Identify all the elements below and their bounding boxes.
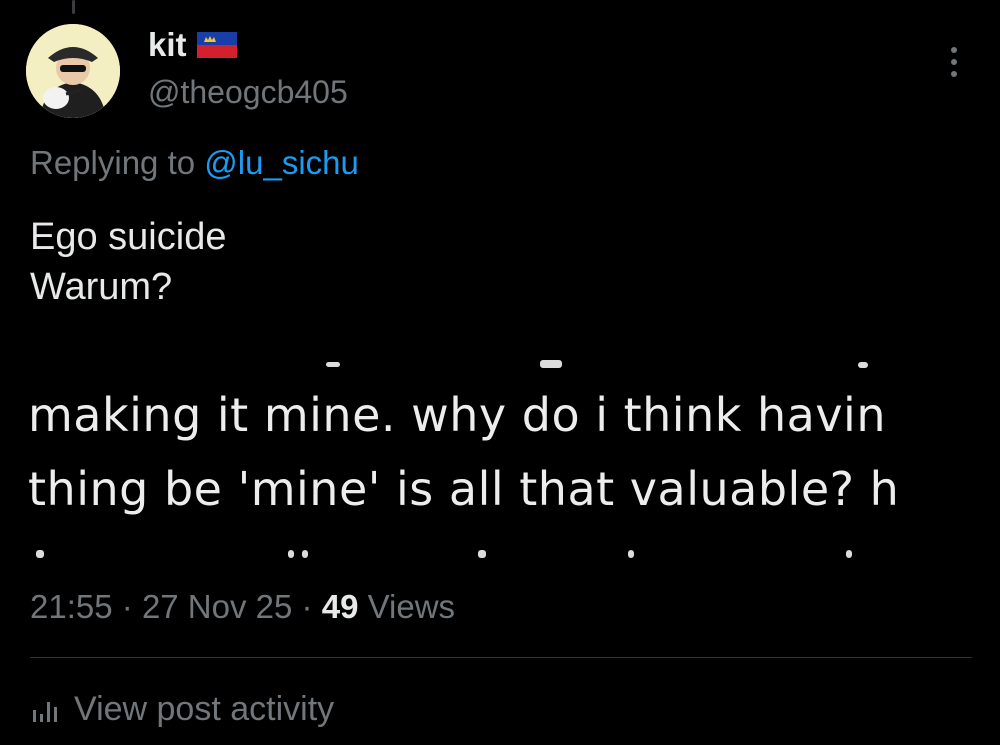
views-count: 49 (321, 588, 359, 625)
author-handle[interactable]: @theogcb405 (148, 74, 348, 111)
cropped-text-fragment (302, 550, 308, 558)
separator: · (121, 588, 133, 625)
display-name-text: kit (148, 26, 187, 63)
avatar-image (26, 24, 120, 118)
cropped-text-fragment (36, 550, 44, 558)
post-date: 27 Nov 25 (141, 588, 293, 625)
divider (30, 657, 972, 658)
tweet-line: Warum? (30, 266, 173, 308)
cropped-text-fragment (540, 360, 562, 368)
cropped-text-fragment (326, 362, 340, 367)
cropped-text-fragment (846, 550, 852, 558)
more-dot-icon (951, 71, 957, 77)
more-dot-icon (951, 59, 957, 65)
replying-to: Replying to @lu_sichu (30, 144, 359, 182)
view-post-activity-label: View post activity (74, 690, 335, 728)
tweet-text: Ego suicide Warum? (30, 212, 226, 312)
image-text-line: thing be 'mine' is all that valuable? h (28, 462, 900, 516)
thread-connector-line (72, 0, 75, 14)
view-post-activity-button[interactable]: View post activity (30, 690, 334, 729)
more-dot-icon (951, 47, 957, 53)
avatar[interactable] (26, 24, 120, 118)
tweet-line: Ego suicide (30, 216, 227, 258)
views-label: Views (367, 588, 456, 625)
bar-chart-icon (33, 701, 57, 722)
post-timestamp[interactable]: 21:55 · 27 Nov 25 · 49 Views (30, 588, 455, 626)
post-time: 21:55 (30, 588, 113, 625)
cropped-text-fragment (478, 550, 486, 558)
replying-prefix: Replying to (30, 144, 196, 181)
liechtenstein-flag-icon (196, 32, 237, 58)
cropped-text-fragment (288, 550, 294, 558)
cropped-text-fragment (628, 550, 634, 558)
attached-image[interactable]: making it mine. why do i think havin thi… (0, 340, 1000, 562)
separator: · (301, 588, 313, 625)
reply-mention-link[interactable]: @lu_sichu (204, 144, 359, 181)
cropped-text-fragment (858, 362, 868, 368)
image-text-line: making it mine. why do i think havin (28, 388, 886, 442)
author-display-name[interactable]: kit (148, 26, 237, 64)
more-options-button[interactable] (940, 44, 968, 80)
